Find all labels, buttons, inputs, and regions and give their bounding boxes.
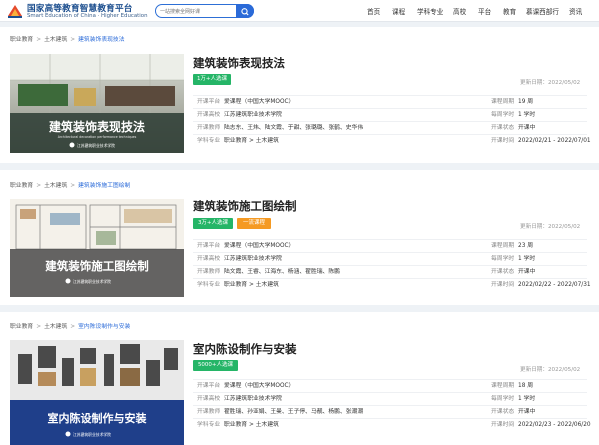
search-input[interactable] [160, 6, 236, 17]
nav-courses[interactable]: 课程 [392, 6, 405, 16]
cover-school: 江苏建筑职业技术学院 [73, 432, 111, 437]
table-row: 开课平台 爱课程（中国大学MOOC） 课程周期 18 周 [193, 379, 587, 392]
field-label: 学科专业 [197, 138, 221, 144]
search-icon [241, 8, 249, 16]
field-value: 2022/02/21 - 2022/07/01 [518, 138, 591, 144]
course-cover[interactable]: 室内陈设制作与安装 江苏建筑职业技术学院 [10, 340, 184, 445]
search-box [155, 4, 254, 18]
course-cover-image: 建筑装饰表现技法 Architectural decoration perfor… [10, 54, 184, 153]
field-label: 学科专业 [197, 422, 221, 428]
enrollment-badge: 1万+人选课 [193, 74, 231, 85]
table-row: 开课教师 翟胜瑞、孙亚娟、王曼、王子停、马靓、杨鹏、张潮潮 开课状态 开课中 [193, 405, 587, 418]
enrollment-badge: 5000+人选课 [193, 360, 238, 371]
nav-disciplines[interactable]: 学科专业 [417, 6, 443, 16]
table-row: 开课平台 爱课程（中国大学MOOC） 课程周期 19 周 [193, 95, 587, 108]
table-row: 开课教师 陆志东、王炜、陆文霞、于甜、张璐璐、张鹤、史华伟 开课状态 开课中 [193, 121, 587, 134]
breadcrumb-item[interactable]: 职业教育 [10, 183, 33, 189]
breadcrumb: 职业教育 > 土木建筑 > 建筑装饰表现技法 [10, 37, 125, 43]
nav-mooc-west[interactable]: 慕课西部行 [526, 6, 559, 16]
breadcrumb: 职业教育 > 土木建筑 > 室内陈设制作与安装 [10, 324, 131, 330]
cover-school: 江苏建筑职业技术学院 [77, 143, 115, 148]
table-row: 开课高校 江苏建筑职业技术学院 每周学时 1 学时 [193, 108, 587, 121]
nav-home[interactable]: 首页 [367, 6, 380, 16]
nav-platforms[interactable]: 平台 [478, 6, 491, 16]
breadcrumb-item[interactable]: 土木建筑 [44, 37, 67, 43]
table-row: 学科专业 职业教育 > 土木建筑 开课时间 2022/02/22 - 2022/07/… [193, 278, 591, 291]
cover-title: 建筑装饰表现技法 [48, 119, 145, 134]
table-row: 开课平台 爱课程（中国大学MOOC） 课程周期 23 周 [193, 239, 587, 252]
field-label: 开课时间 [491, 282, 515, 288]
nav-news[interactable]: 资讯 [569, 6, 582, 16]
course-card: 职业教育 > 土木建筑 > 建筑装饰施工图绘制 建筑装饰施工图绘制 江苏建筑职业技术学院… [0, 170, 599, 305]
cover-title: 建筑装饰施工图绘制 [45, 259, 149, 273]
breadcrumb-current: 建筑装饰施工图绘制 [78, 183, 131, 189]
logo-subtitle: Smart Education of China · Higher Educat… [27, 12, 148, 19]
enrollment-badge: 3万+人选课 [193, 218, 233, 229]
top-header: 国家高等教育智慧教育平台 Smart Education of China · … [0, 0, 599, 22]
course-card: 职业教育 > 土木建筑 > 建筑装饰表现技法 建筑装饰表现技法 Architectura… [0, 27, 599, 163]
breadcrumb: 职业教育 > 土木建筑 > 建筑装饰施工图绘制 [10, 183, 131, 189]
course-card: 职业教育 > 土木建筑 > 室内陈设制作与安装 室内陈设制作与安装 江苏建筑职业技术学院… [0, 312, 599, 445]
table-row: 开课高校 江苏建筑职业技术学院 每周学时 1 学时 [193, 252, 587, 265]
platform-logo-icon[interactable] [6, 3, 24, 19]
updated-date: 更新日期：2022/05/02 [520, 224, 581, 230]
nav-education[interactable]: 教育 [503, 6, 516, 16]
field-label: 开课时间 [491, 422, 515, 428]
course-title[interactable]: 建筑装饰施工图绘制 [193, 198, 297, 214]
course-cover[interactable]: 建筑装饰表现技法 Architectural decoration perfor… [10, 54, 184, 153]
field-value: 职业教育 > 土木建筑 [224, 138, 279, 144]
course-cover[interactable]: 建筑装饰施工图绘制 江苏建筑职业技术学院 [10, 199, 184, 297]
cover-school: 江苏建筑职业技术学院 [73, 279, 111, 284]
search-button[interactable] [236, 4, 254, 18]
cover-title: 室内陈设制作与安装 [48, 411, 147, 425]
table-row: 开课高校 江苏建筑职业技术学院 每周学时 1 学时 [193, 392, 587, 405]
field-value: 职业教育 > 土木建筑 [224, 422, 279, 428]
updated-date: 更新日期：2022/05/02 [520, 80, 581, 86]
breadcrumb-current: 建筑装饰表现技法 [78, 37, 125, 43]
field-value: 2022/02/22 - 2022/07/31 [518, 282, 591, 288]
breadcrumb-item[interactable]: 职业教育 [10, 324, 33, 330]
course-cover-image: 建筑装饰施工图绘制 江苏建筑职业技术学院 [10, 199, 184, 297]
table-row: 学科专业 职业教育 > 土木建筑 开课时间 2022/02/21 - 2022/07/… [193, 134, 591, 147]
nav-universities[interactable]: 高校 [453, 6, 466, 16]
field-value: 2022/02/23 - 2022/06/20 [518, 422, 591, 428]
breadcrumb-item[interactable]: 土木建筑 [44, 183, 67, 189]
course-cover-image: 室内陈设制作与安装 江苏建筑职业技术学院 [10, 340, 184, 445]
table-row: 开课教师 陆文霞、王睿、江海东、杨涵、翟胜瑞、陈鹏 开课状态 开课中 [193, 265, 587, 278]
table-row: 学科专业 职业教育 > 土木建筑 开课时间 2022/02/23 - 2022/06/… [193, 418, 591, 431]
first-class-badge: 一流课程 [237, 218, 271, 229]
breadcrumb-current: 室内陈设制作与安装 [78, 324, 131, 330]
breadcrumb-item[interactable]: 土木建筑 [44, 324, 67, 330]
course-title[interactable]: 室内陈设制作与安装 [193, 341, 297, 357]
course-title[interactable]: 建筑装饰表现技法 [193, 55, 285, 71]
updated-date: 更新日期：2022/05/02 [520, 367, 581, 373]
field-label: 开课时间 [491, 138, 515, 144]
cover-subtitle: Architectural decoration performance tec… [58, 135, 137, 139]
field-value: 职业教育 > 土木建筑 [224, 282, 279, 288]
field-label: 学科专业 [197, 282, 221, 288]
breadcrumb-item[interactable]: 职业教育 [10, 37, 33, 43]
